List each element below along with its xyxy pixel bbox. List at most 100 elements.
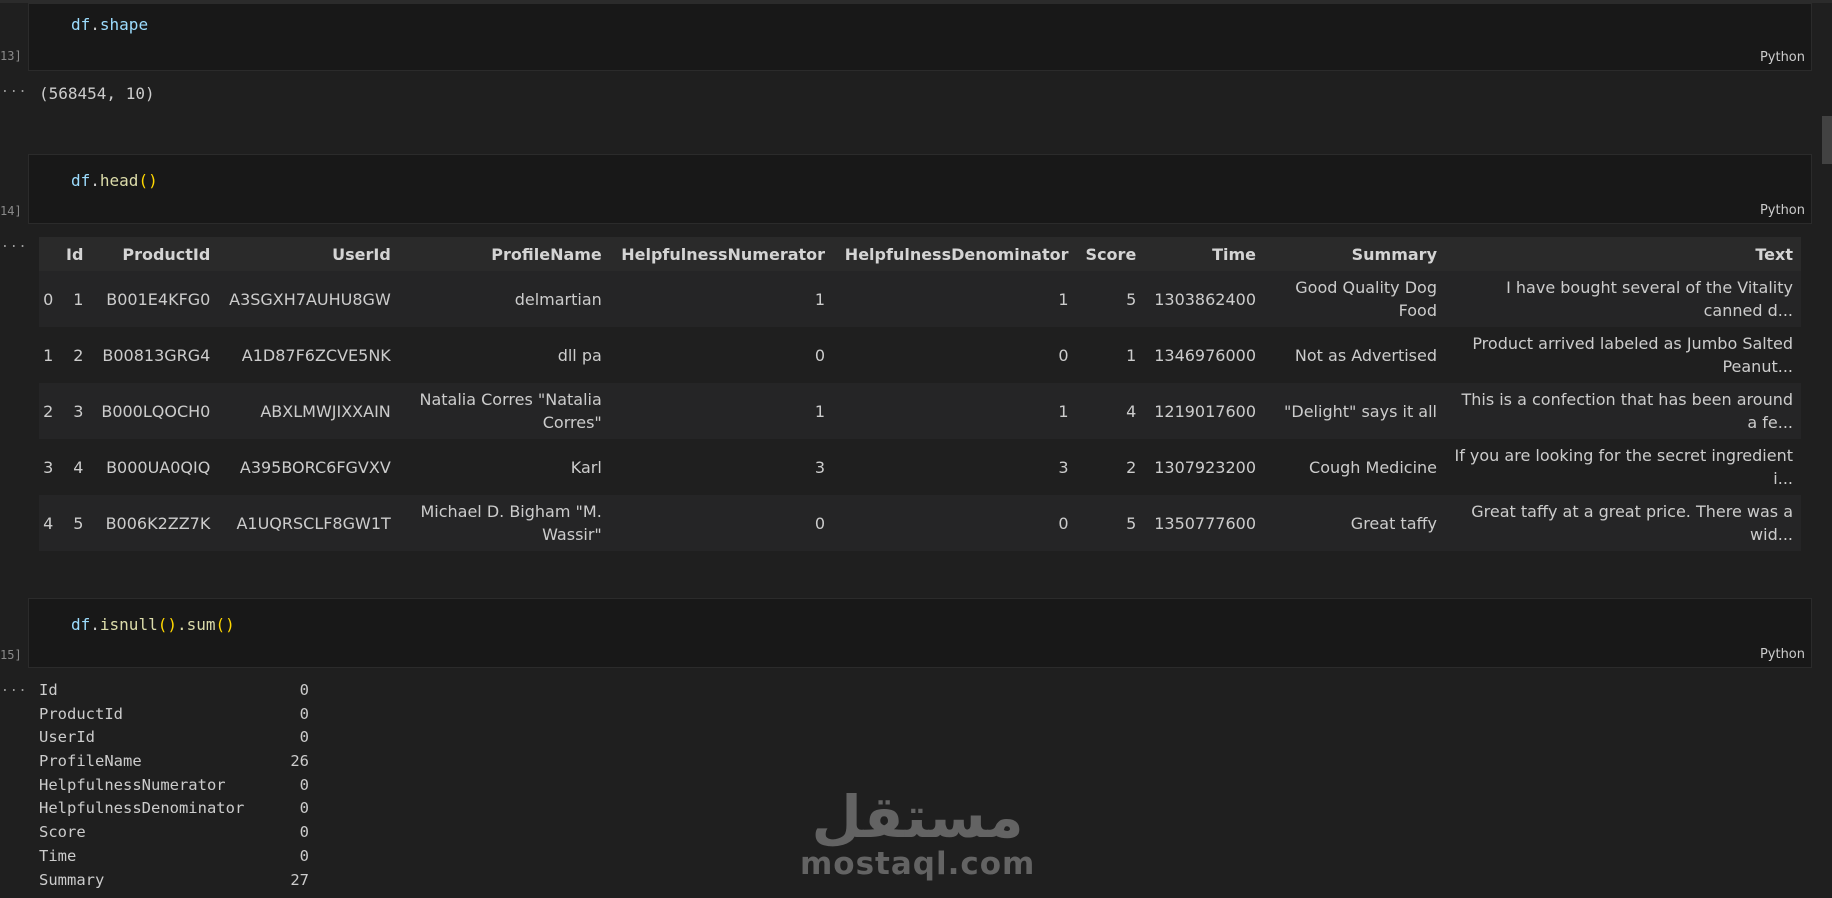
- code-cell-shape[interactable]: df.shape Python: [28, 3, 1812, 71]
- table-cell: Cough Medicine: [1264, 439, 1445, 495]
- table-cell: 1303862400: [1144, 271, 1264, 327]
- dataframe-head-table: Id ProductId UserId ProfileName Helpfuln…: [39, 237, 1801, 551]
- table-cell: 1: [57, 271, 92, 327]
- table-cell: 1350777600: [1144, 495, 1264, 551]
- column-header: HelpfulnessNumerator: [609, 237, 834, 271]
- list-item: HelpfulnessNumerator 0: [39, 775, 309, 794]
- table-cell: Karl: [398, 439, 610, 495]
- column-header: ProductId: [91, 237, 219, 271]
- code-cell-head[interactable]: df.head() Python: [28, 154, 1812, 224]
- table-cell: Michael D. Bigham "M. Wassir": [398, 495, 610, 551]
- cell-code[interactable]: df.isnull().sum(): [71, 615, 235, 634]
- table-cell: ABXLMWJIXXAIN: [218, 383, 399, 439]
- execution-count: 15]: [0, 648, 22, 662]
- cell-language-label[interactable]: Python: [1760, 50, 1805, 65]
- list-item: Id 0: [39, 681, 309, 699]
- table-cell: 1: [833, 383, 1077, 439]
- table-cell: 0: [609, 327, 834, 383]
- output-indicator[interactable]: ...: [1, 680, 27, 695]
- table-cell: 3: [833, 439, 1077, 495]
- list-item: Time 0: [39, 846, 309, 865]
- table-cell: 5: [57, 495, 92, 551]
- table-row: 3 4 B000UA0QIQ A395BORC6FGVXV Karl 3 3 2…: [39, 439, 1801, 495]
- null-counts-output: Id 0 ProductId 0 UserId 0 ProfileName 26 Hel…: [39, 681, 309, 894]
- cell-language-label[interactable]: Python: [1760, 647, 1805, 662]
- watermark-logo: مستقل mostaql.com: [800, 787, 1035, 881]
- list-item: ProfileName 26: [39, 752, 309, 771]
- table-cell: 4: [57, 439, 92, 495]
- table-cell: 2: [1076, 439, 1145, 495]
- table-cell: dll pa: [398, 327, 610, 383]
- table-cell: "Delight" says it all: [1264, 383, 1445, 439]
- list-item: Summary 27: [39, 870, 309, 889]
- table-cell: 0: [833, 495, 1077, 551]
- table-cell: Product arrived labeled as Jumbo Salted …: [1445, 327, 1801, 383]
- table-cell: A1UQRSCLF8GW1T: [218, 495, 399, 551]
- table-cell: A3SGXH7AUHU8GW: [218, 271, 399, 327]
- list-item: Score 0: [39, 823, 309, 842]
- table-cell: 5: [1076, 495, 1145, 551]
- table-cell: Good Quality Dog Food: [1264, 271, 1445, 327]
- column-header: Text: [1445, 237, 1801, 271]
- table-cell: Great taffy: [1264, 495, 1445, 551]
- row-index: 0: [39, 271, 58, 327]
- table-cell: If you are looking for the secret ingred…: [1445, 439, 1801, 495]
- table-cell: Great taffy at a great price. There was …: [1445, 495, 1801, 551]
- column-header: Time: [1144, 237, 1264, 271]
- list-item: ProductId 0: [39, 704, 309, 723]
- table-cell: 3: [609, 439, 834, 495]
- table-row: 2 3 B000LQOCH0 ABXLMWJIXXAIN Natalia Cor…: [39, 383, 1801, 439]
- table-cell: 1: [1076, 327, 1145, 383]
- table-cell: A1D87F6ZCVE5NK: [218, 327, 399, 383]
- table-cell: 5: [1076, 271, 1145, 327]
- output-indicator[interactable]: ...: [1, 81, 27, 96]
- table-cell: delmartian: [398, 271, 610, 327]
- table-cell: Not as Advertised: [1264, 327, 1445, 383]
- column-header: [39, 237, 58, 271]
- row-index: 4: [39, 495, 58, 551]
- table-row: 1 2 B00813GRG4 A1D87F6ZCVE5NK dll pa 0 0…: [39, 327, 1801, 383]
- cell-code[interactable]: df.shape: [71, 15, 148, 34]
- column-header: HelpfulnessDenominator: [833, 237, 1077, 271]
- column-header: Summary: [1264, 237, 1445, 271]
- code-cell-isnull[interactable]: df.isnull().sum() Python: [28, 598, 1812, 668]
- table-header-row: Id ProductId UserId ProfileName Helpfuln…: [39, 237, 1801, 271]
- table-cell: B006K2ZZ7K: [91, 495, 219, 551]
- watermark-latin: mostaql.com: [800, 846, 1036, 882]
- cell-language-label[interactable]: Python: [1760, 203, 1805, 218]
- table-cell: 1: [609, 383, 834, 439]
- vertical-scrollbar-thumb[interactable]: [1822, 116, 1832, 164]
- column-header: UserId: [218, 237, 399, 271]
- table-cell: B001E4KFG0: [91, 271, 219, 327]
- table-cell: Natalia Corres "Natalia Corres": [398, 383, 610, 439]
- table-cell: 1346976000: [1144, 327, 1264, 383]
- table-cell: This is a confection that has been aroun…: [1445, 383, 1801, 439]
- table-cell: B00813GRG4: [91, 327, 219, 383]
- row-index: 1: [39, 327, 58, 383]
- watermark-arabic: مستقل: [811, 783, 1024, 851]
- table-cell: 1: [609, 271, 834, 327]
- table-cell: 1307923200: [1144, 439, 1264, 495]
- shape-output: (568454, 10): [39, 84, 155, 103]
- table-cell: 4: [1076, 383, 1145, 439]
- table-row: 4 5 B006K2ZZ7K A1UQRSCLF8GW1T Michael D.…: [39, 495, 1801, 551]
- execution-count: 14]: [0, 204, 22, 218]
- list-item: UserId 0: [39, 728, 309, 747]
- table-cell: 2: [57, 327, 92, 383]
- table-cell: A395BORC6FGVXV: [218, 439, 399, 495]
- table-row: 0 1 B001E4KFG0 A3SGXH7AUHU8GW delmartian…: [39, 271, 1801, 327]
- column-header: ProfileName: [398, 237, 610, 271]
- output-indicator[interactable]: ...: [1, 236, 27, 251]
- execution-count: 13]: [0, 49, 22, 63]
- table-cell: B000UA0QIQ: [91, 439, 219, 495]
- row-index: 3: [39, 439, 58, 495]
- row-index: 2: [39, 383, 58, 439]
- cell-code[interactable]: df.head(): [71, 171, 158, 190]
- table-cell: I have bought several of the Vitality ca…: [1445, 271, 1801, 327]
- column-header: Id: [57, 237, 92, 271]
- table-cell: B000LQOCH0: [91, 383, 219, 439]
- table-cell: 0: [609, 495, 834, 551]
- table-cell: 0: [833, 327, 1077, 383]
- table-cell: 1219017600: [1144, 383, 1264, 439]
- list-item: HelpfulnessDenominator 0: [39, 799, 309, 818]
